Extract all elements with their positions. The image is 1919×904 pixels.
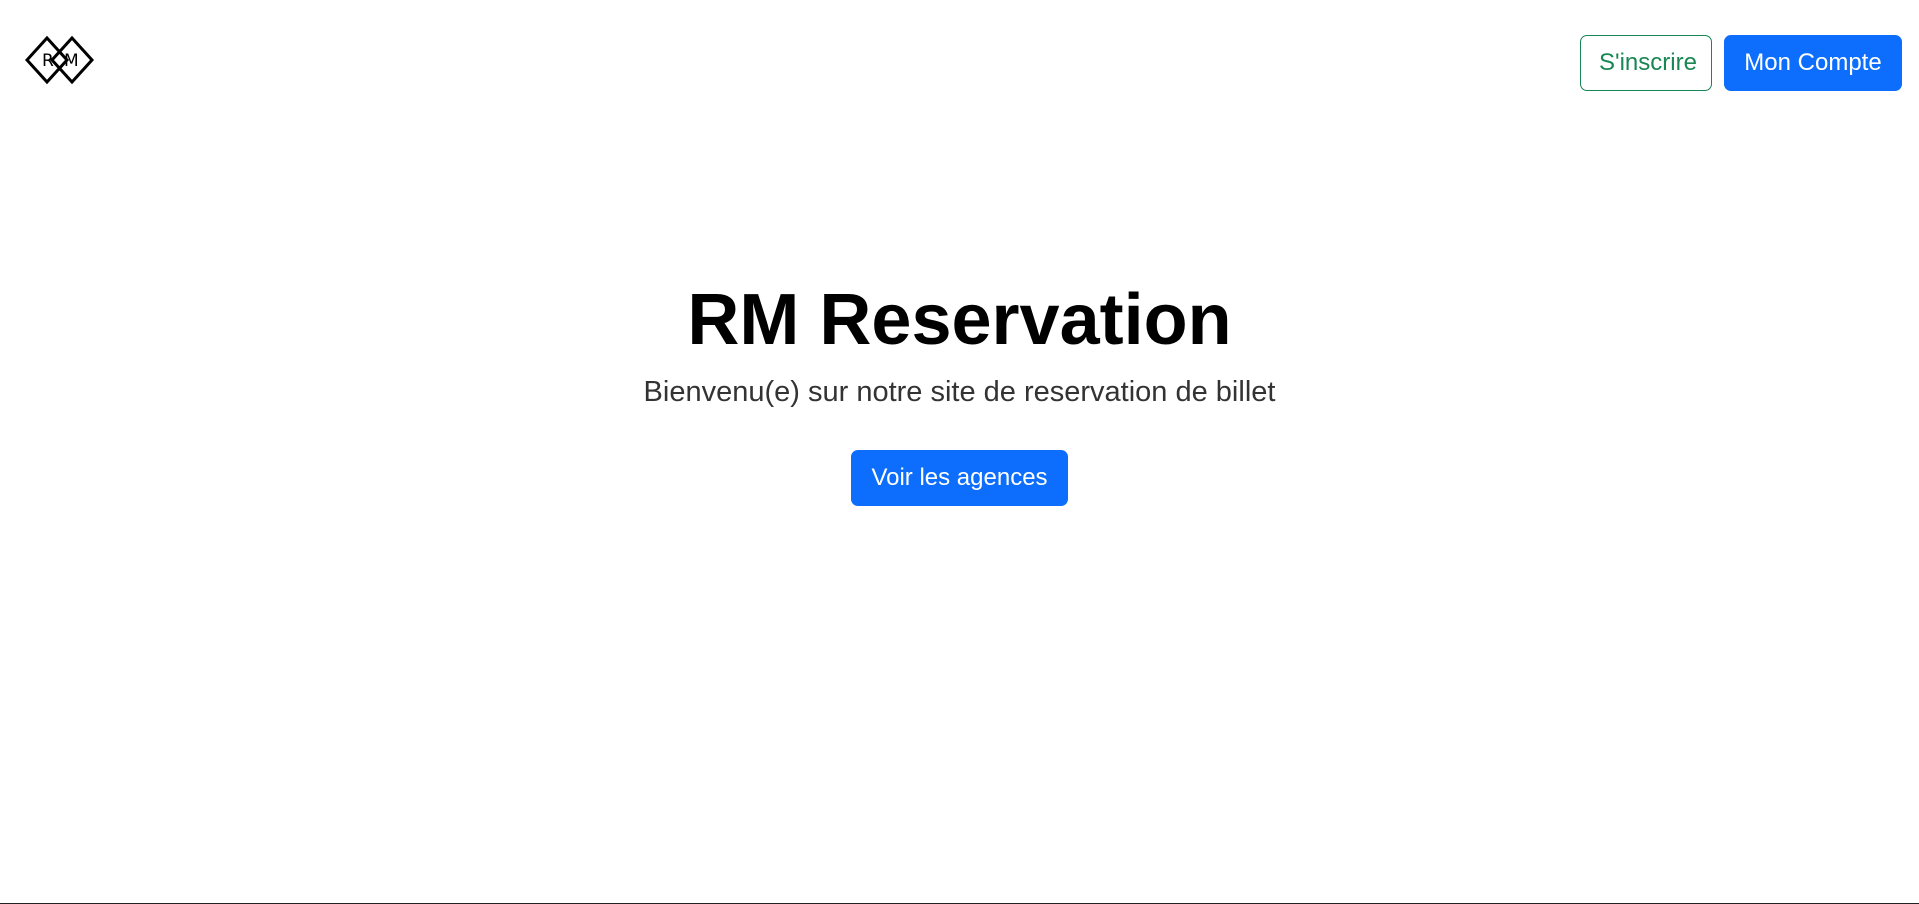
logo-r-letter: R [42,51,54,71]
header-actions: S'inscrire Mon Compte [1580,35,1902,91]
view-agencies-button[interactable]: Voir les agences [851,450,1068,506]
page: R M S'inscrire Mon Compte RM Reservation… [0,0,1919,904]
hero-title: RM Reservation [687,280,1232,360]
header: R M S'inscrire Mon Compte [0,0,1919,120]
hero-subtitle: Bienvenu(e) sur notre site de reservatio… [643,376,1276,408]
signup-button[interactable]: S'inscrire [1580,35,1712,91]
account-button[interactable]: Mon Compte [1724,35,1902,91]
hero-section: RM Reservation Bienvenu(e) sur notre sit… [0,270,1919,506]
logo-m-letter: M [64,51,79,71]
rm-diamond-logo-icon[interactable]: R M [25,35,102,89]
